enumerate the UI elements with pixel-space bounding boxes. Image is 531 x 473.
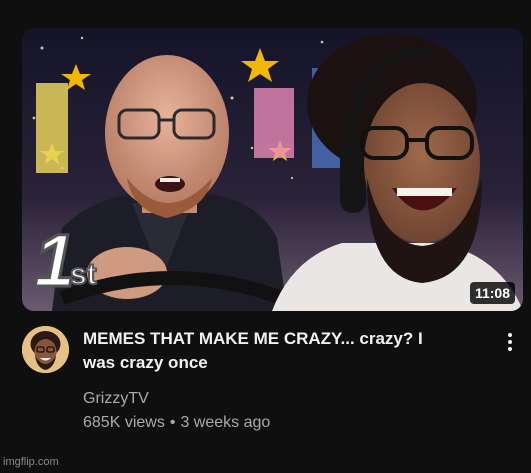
thumbnail-image: 1 st [22, 28, 523, 311]
channel-name[interactable]: GrizzyTV [83, 388, 149, 410]
upload-age: 3 weeks ago [180, 414, 271, 431]
kebab-dot [508, 340, 512, 344]
svg-text:1: 1 [34, 219, 75, 302]
view-count: 685K views [83, 414, 165, 431]
avatar-image [22, 326, 69, 373]
kebab-dot [508, 347, 512, 351]
video-details: MEMES THAT MAKE ME CRAZY... crazy? I was… [22, 324, 523, 444]
video-card[interactable]: 1 st 11:08 MEMES THAT MAKE ME CRAZY... c… [0, 0, 531, 473]
stats-separator: • [169, 414, 176, 431]
kebab-dot [508, 333, 512, 337]
video-title-line-1: MEMES THAT MAKE ME CRAZY... crazy? I [83, 329, 423, 348]
channel-avatar[interactable] [22, 326, 69, 373]
imgflip-watermark: imgflip.com [3, 456, 59, 468]
vertical-ellipsis-icon[interactable] [500, 328, 520, 356]
video-stats: 685K views • 3 weeks ago [83, 412, 270, 434]
duration-badge: 11:08 [469, 282, 515, 304]
video-thumbnail[interactable]: 1 st 11:08 [22, 28, 523, 311]
video-title-line-2: was crazy once [83, 353, 208, 372]
video-title[interactable]: MEMES THAT MAKE ME CRAZY... crazy? I was… [83, 327, 483, 375]
svg-text:st: st [70, 258, 97, 291]
